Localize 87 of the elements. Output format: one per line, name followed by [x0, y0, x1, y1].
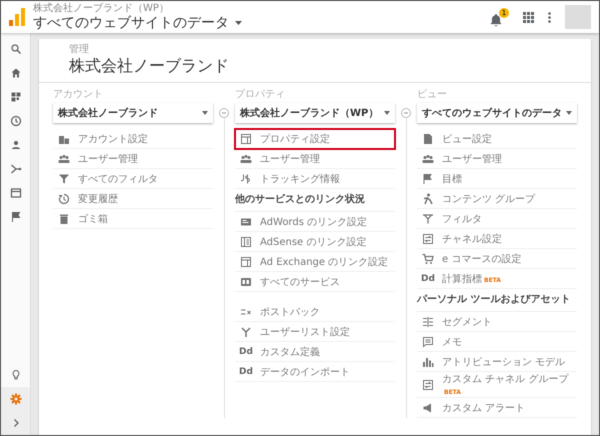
column-label: アカウント	[53, 89, 104, 101]
view-selector[interactable]: すべてのウェブサイトのデータ	[33, 14, 242, 32]
ad-panel-icon	[240, 216, 252, 228]
fork-icon	[240, 326, 252, 338]
services-icon	[240, 276, 252, 288]
window-icon	[240, 132, 252, 144]
column-label: プロパティ	[235, 89, 286, 101]
caret-icon	[202, 111, 208, 115]
admin-menu-link[interactable]: アカウント設定	[53, 129, 213, 149]
dashboard-icon	[10, 91, 22, 103]
admin-menu-link[interactable]: 変更履歴	[53, 189, 213, 209]
admin-menu-link[interactable]: すべてのサービス	[235, 272, 395, 292]
admin-menu-link[interactable]: Dd カスタム定義	[235, 342, 395, 362]
dimension-icon: Dd	[239, 346, 253, 356]
dimension-icon: Dd	[239, 366, 253, 376]
section-heading: パーソナル ツールおよびアセット	[417, 289, 577, 312]
walking-person-icon	[422, 192, 434, 204]
caret-icon	[235, 20, 242, 24]
history-icon	[58, 192, 70, 204]
memo-icon	[422, 336, 434, 348]
admin-menu-link[interactable]: AdSense のリンク設定	[235, 232, 395, 252]
admin-menu-link[interactable]: ユーザー管理	[235, 149, 395, 169]
admin-menu-link[interactable]: 目標	[417, 169, 577, 189]
megaphone-icon	[422, 402, 434, 414]
admin-menu-link[interactable]: アトリビューション モデル	[417, 352, 577, 372]
bar-chart-icon	[422, 356, 434, 368]
admin-menu-link[interactable]: ポストバック	[235, 302, 395, 322]
settings-icon	[10, 393, 22, 405]
trash-icon	[58, 212, 70, 224]
breadcrumb: 管理	[69, 44, 90, 56]
clock-icon	[10, 115, 22, 127]
account-name: 株式会社ノーブランド（WP）	[33, 2, 170, 14]
cart-icon	[422, 252, 434, 264]
admin-menu-link[interactable]: ユーザー管理	[417, 149, 577, 169]
account-title: 株式会社ノーブランド	[69, 56, 230, 76]
analytics-logo	[9, 8, 25, 26]
more-options-icon[interactable]	[548, 12, 551, 22]
people-icon	[58, 152, 70, 164]
segment-icon	[422, 316, 434, 328]
person-icon	[10, 139, 22, 151]
branch-icon	[10, 163, 22, 175]
flag-icon	[422, 172, 434, 184]
document-icon	[422, 132, 434, 144]
caret-icon	[566, 111, 572, 115]
people-icon	[422, 152, 434, 164]
admin-menu-link[interactable]: e コマースの設定	[417, 249, 577, 269]
admin-menu-link[interactable]: チャネル設定	[417, 229, 577, 249]
dimension-icon: Dd	[421, 274, 435, 284]
bell-icon	[489, 12, 503, 26]
admin-menu-link[interactable]: ビュー設定	[417, 129, 577, 149]
columns-icon	[240, 236, 252, 248]
channel-icon	[422, 378, 434, 390]
admin-menu-link[interactable]: ゴミ箱	[53, 209, 213, 229]
search-icon	[10, 43, 22, 55]
admin-menu-link[interactable]: AdWords のリンク設定	[235, 212, 395, 232]
admin-menu-link[interactable]: セグメント	[417, 312, 577, 332]
admin-menu-link[interactable]: ユーザーリスト設定	[235, 322, 395, 342]
window-icon	[240, 256, 252, 268]
admin-menu-link[interactable]: すべてのフィルタ	[53, 169, 213, 189]
caret-icon	[384, 111, 390, 115]
admin-menu-link[interactable]: カスタム アラート	[417, 398, 577, 418]
window-icon	[10, 187, 22, 199]
filter-icon	[58, 172, 70, 184]
apps-grid-icon[interactable]	[523, 12, 534, 22]
admin-menu-link[interactable]: トラッキング情報	[235, 169, 395, 189]
admin-menu-link[interactable]: コンテンツ グループ	[417, 189, 577, 209]
people-icon	[240, 152, 252, 164]
arrow-circle-icon	[401, 108, 411, 118]
column-dropdown[interactable]: 株式会社ノーブランド	[53, 103, 213, 123]
admin-menu-link[interactable]: Ad Exchange のリンク設定	[235, 252, 395, 272]
channel-icon	[422, 232, 434, 244]
admin-menu-link[interactable]: Dd データのインポート	[235, 362, 395, 382]
section-heading: 他のサービスとのリンク状況	[235, 189, 395, 212]
column-label: ビュー	[417, 89, 448, 101]
column-dropdown[interactable]: 株式会社ノーブランド（WP）	[235, 103, 395, 123]
admin-menu-link[interactable]: フィルタ	[417, 209, 577, 229]
home-icon	[10, 67, 22, 79]
admin-menu-link[interactable]: ユーザー管理	[53, 149, 213, 169]
flag-icon	[10, 211, 22, 223]
arrow-circle-icon	[219, 108, 229, 118]
admin-menu-link[interactable]: メモ	[417, 332, 577, 352]
sidebar-button[interactable]	[1, 387, 30, 411]
lightbulb-icon	[10, 369, 22, 381]
column-dropdown[interactable]: すべてのウェブサイトのデータ	[417, 103, 577, 123]
admin-menu-link[interactable]: プロパティ設定	[235, 129, 395, 149]
tracking-icon	[240, 172, 252, 184]
filter-icon	[422, 212, 434, 224]
